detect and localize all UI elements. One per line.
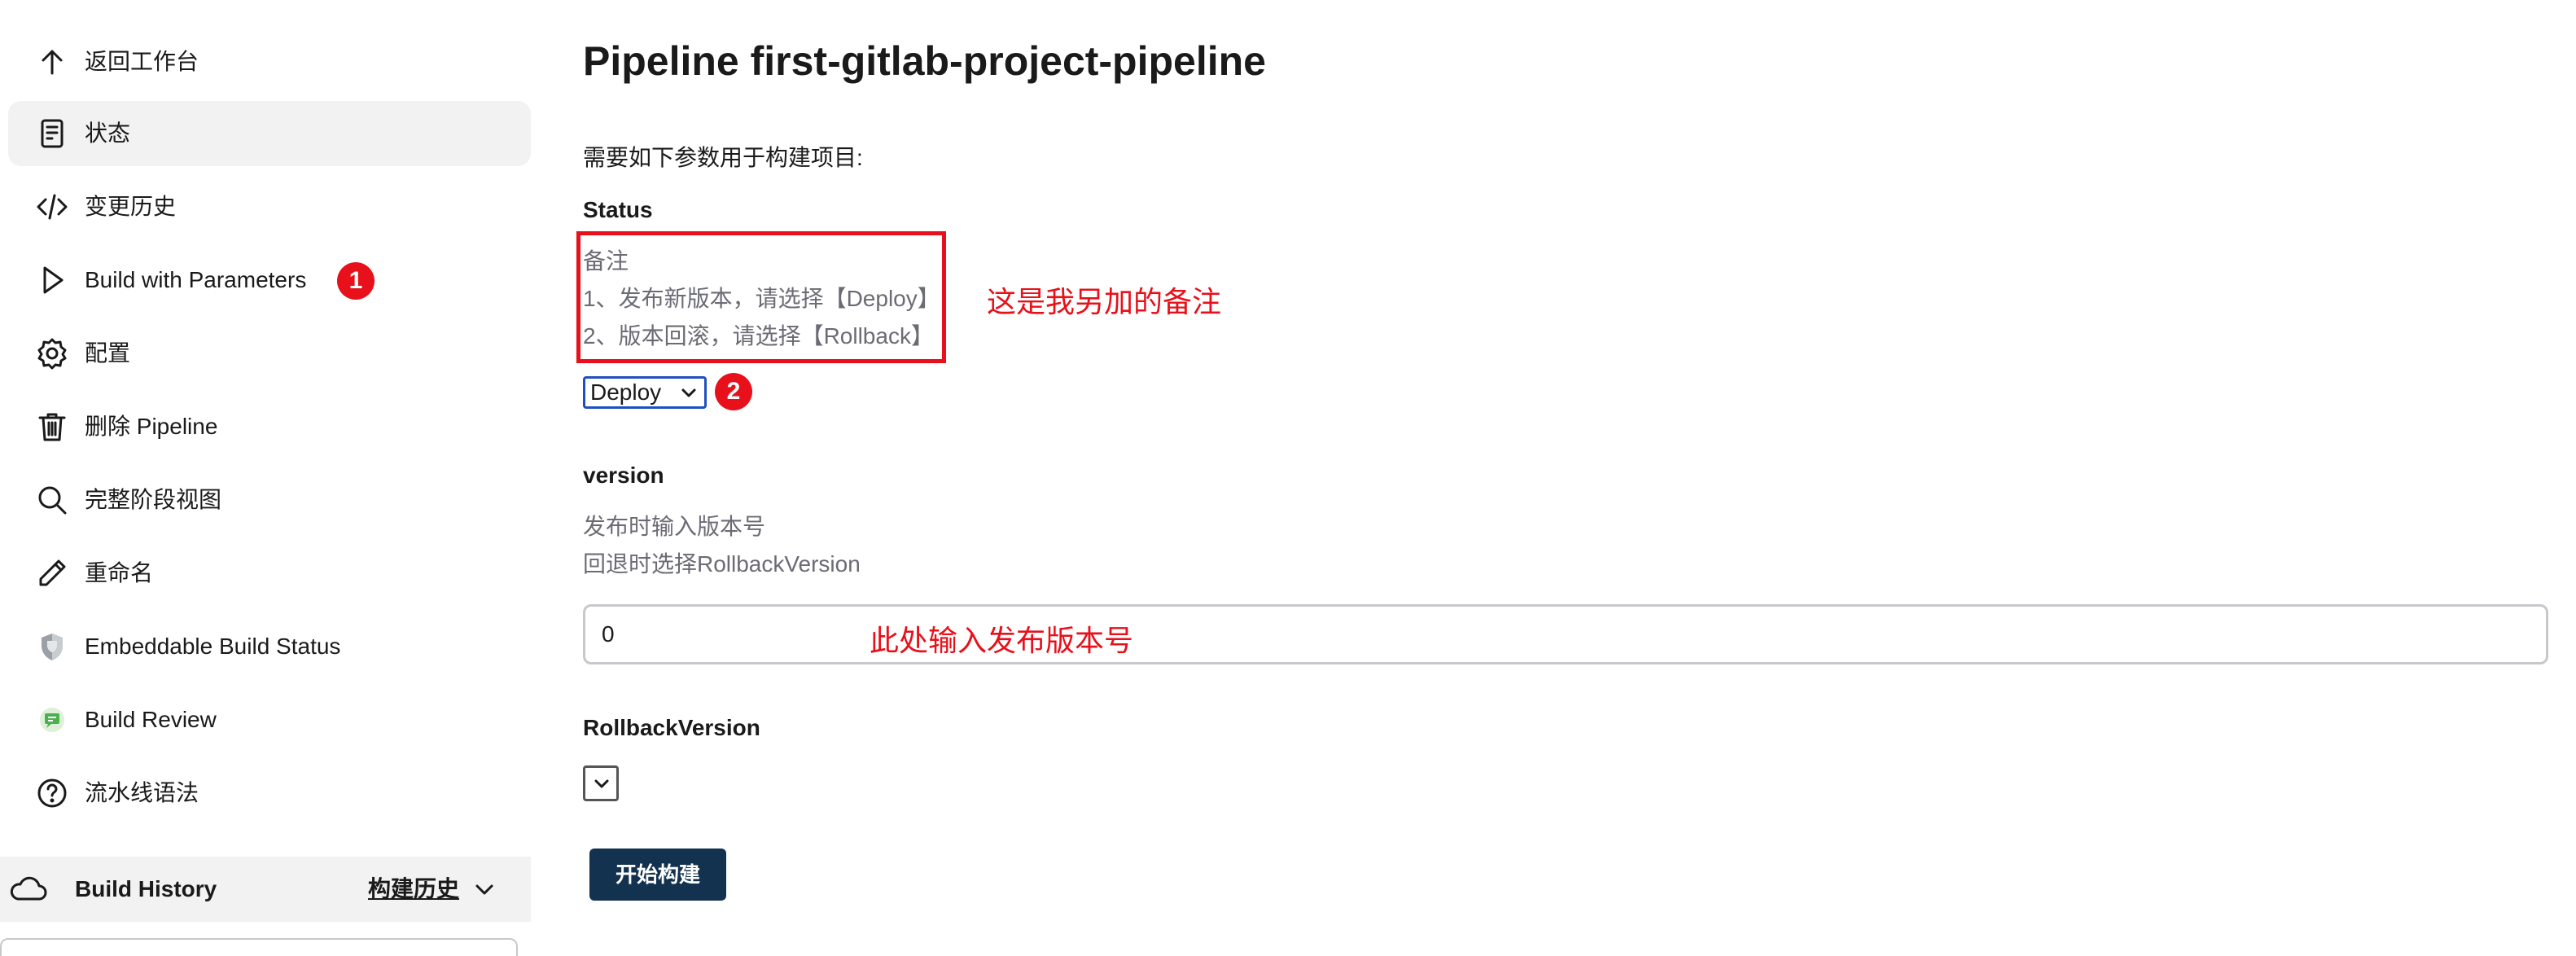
- page-subtitle: 需要如下参数用于构建项目:: [583, 145, 863, 170]
- status-select-value: Deploy: [590, 379, 662, 405]
- build-history-filter-input[interactable]: [0, 938, 518, 956]
- sidebar-item-embeddable-build-status[interactable]: Embeddable Build Status: [8, 614, 531, 679]
- sidebar-item-label: 删除 Pipeline: [85, 414, 218, 439]
- play-icon: [36, 264, 68, 296]
- param-version-name: version: [583, 463, 664, 488]
- sidebar-item-rename[interactable]: 重命名: [8, 541, 531, 606]
- pencil-icon: [36, 557, 68, 590]
- cloud-icon: [10, 876, 47, 901]
- rollback-version-select[interactable]: [583, 765, 619, 801]
- document-icon: [36, 117, 68, 150]
- sidebar-item-label: 重命名: [85, 560, 154, 585]
- search-icon: [36, 484, 68, 516]
- annotation-version-note: 此处输入发布版本号: [870, 624, 1134, 657]
- page: 返回工作台 状态 变更历史 Build with Parameters 1 配置…: [0, 0, 2576, 956]
- annotation-highlight-box: [576, 231, 946, 363]
- trash-icon: [36, 410, 68, 443]
- build-history-link[interactable]: 构建历史: [368, 857, 459, 922]
- sidebar-item-label: 变更历史: [85, 194, 177, 219]
- sidebar-item-label: 流水线语法: [85, 780, 199, 805]
- sidebar-item-label: 返回工作台: [85, 49, 199, 74]
- page-title: Pipeline first-gitlab-project-pipeline: [583, 38, 1266, 84]
- sidebar-item-label: 完整阶段视图: [85, 487, 222, 512]
- sidebar-item-build-review[interactable]: Build Review: [8, 687, 531, 752]
- param-status-name: Status: [583, 197, 653, 222]
- sidebar-item-label: Embeddable Build Status: [85, 634, 341, 659]
- help-icon: [36, 777, 68, 809]
- sidebar-item-label: 状态: [85, 121, 131, 146]
- code-icon: [36, 191, 68, 223]
- sidebar: 返回工作台 状态 变更历史 Build with Parameters 1 配置…: [0, 0, 537, 956]
- shield-icon: [36, 630, 68, 663]
- param-version-description: 发布时输入版本号 回退时选择RollbackVersion: [583, 508, 861, 583]
- chevron-down-icon[interactable]: [471, 878, 498, 902]
- review-icon: [36, 704, 68, 736]
- annotation-status-note: 这是我另加的备注: [987, 285, 1222, 318]
- arrow-up-icon: [36, 46, 68, 78]
- sidebar-item-configure[interactable]: 配置: [8, 321, 531, 386]
- main-content: Pipeline first-gitlab-project-pipeline 需…: [576, 0, 2569, 956]
- gear-icon: [36, 337, 68, 370]
- description-line: 回退时选择RollbackVersion: [583, 551, 861, 577]
- chevron-down-icon: [594, 779, 609, 788]
- status-select[interactable]: Deploy: [583, 376, 707, 409]
- sidebar-item-changes[interactable]: 变更历史: [8, 174, 531, 239]
- sidebar-item-label: 配置: [85, 340, 131, 366]
- start-build-button[interactable]: 开始构建: [589, 849, 726, 901]
- sidebar-item-label: Build with Parameters: [85, 267, 307, 292]
- sidebar-item-status[interactable]: 状态: [8, 101, 531, 166]
- sidebar-item-full-stage-view[interactable]: 完整阶段视图: [8, 467, 531, 533]
- chevron-down-icon: [681, 388, 696, 397]
- sidebar-item-label: Build Review: [85, 707, 217, 732]
- sidebar-item-pipeline-syntax[interactable]: 流水线语法: [8, 761, 531, 826]
- sidebar-item-delete-pipeline[interactable]: 删除 Pipeline: [8, 394, 531, 459]
- description-line: 发布时输入版本号: [583, 514, 766, 539]
- annotation-badge-2: 2: [715, 373, 752, 410]
- annotation-badge-1: 1: [337, 262, 375, 300]
- sidebar-item-back-to-dashboard[interactable]: 返回工作台: [8, 29, 531, 94]
- sidebar-item-build-with-parameters[interactable]: Build with Parameters 1: [8, 248, 531, 313]
- build-history-header[interactable]: Build History 构建历史: [0, 857, 531, 922]
- param-rollback-version-name: RollbackVersion: [583, 715, 760, 740]
- build-history-title: Build History: [75, 876, 217, 901]
